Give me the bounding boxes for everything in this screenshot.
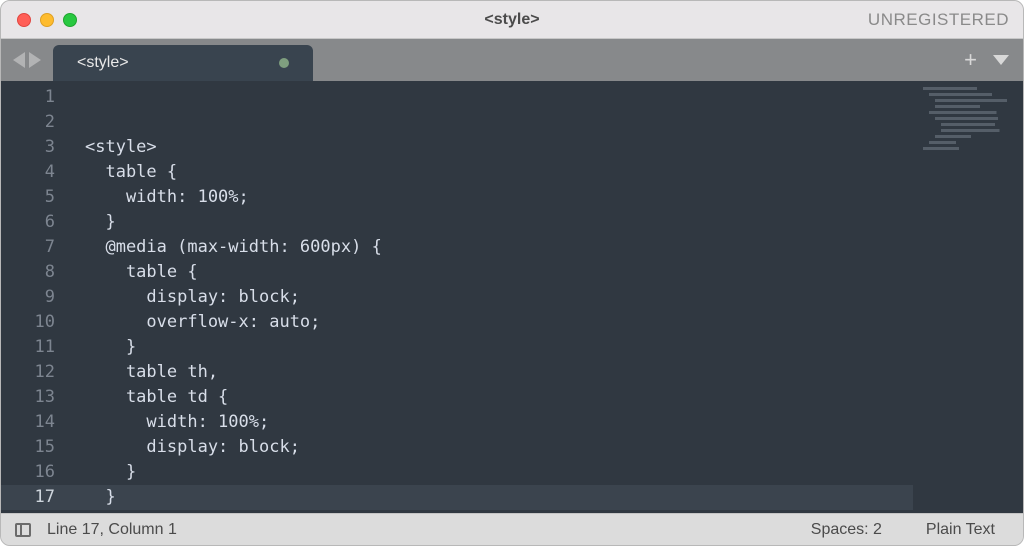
new-tab-button[interactable]: + [964,47,977,73]
editor-area: 1234567891011121314151617 <style> table … [1,81,1023,513]
line-number: 15 [1,435,73,460]
nav-forward-icon[interactable] [29,52,41,68]
window-controls [1,13,77,27]
indentation-setting[interactable]: Spaces: 2 [797,521,896,539]
line-number: 13 [1,385,73,410]
line-number: 10 [1,310,73,335]
maximize-window-button[interactable] [63,13,77,27]
minimap[interactable] [913,81,1023,513]
line-number: 3 [1,135,73,160]
line-number: 1 [1,85,73,110]
code-line: width: 100%; [73,410,913,435]
code-line: display: block; [73,435,913,460]
code-line: display: block; [73,285,913,310]
line-number: 8 [1,260,73,285]
syntax-setting[interactable]: Plain Text [912,521,1009,539]
line-number: 2 [1,110,73,135]
code-line: } [73,335,913,360]
line-number: 11 [1,335,73,360]
line-number: 7 [1,235,73,260]
code-line: </style> [73,510,913,513]
line-number: 12 [1,360,73,385]
code-line: table td { [73,385,913,410]
line-number: 17 [1,485,73,510]
code-line: @media (max-width: 600px) { [73,235,913,260]
code-line: table { [73,160,913,185]
code-editor[interactable]: <style> table { width: 100%; } @media (m… [73,81,913,513]
line-number: 5 [1,185,73,210]
unsaved-indicator-icon [279,58,289,68]
status-bar: Line 17, Column 1 Spaces: 2 Plain Text [1,513,1023,545]
minimap-preview [923,87,1013,157]
line-number-gutter: 1234567891011121314151617 [1,81,73,513]
line-number: 6 [1,210,73,235]
tab-actions: + [964,39,1009,81]
code-line: } [73,485,913,510]
unregistered-label: UNREGISTERED [868,10,1009,30]
titlebar: <style> UNREGISTERED [1,1,1023,39]
line-number: 4 [1,160,73,185]
tab-label: <style> [77,54,129,72]
code-line: <style> [73,135,913,160]
editor-window: <style> UNREGISTERED <style> + 123456789… [0,0,1024,546]
code-line: table { [73,260,913,285]
tab-dropdown-icon[interactable] [993,55,1009,65]
code-line: width: 100%; [73,185,913,210]
line-number: 14 [1,410,73,435]
file-tab[interactable]: <style> [53,45,313,81]
line-number: 9 [1,285,73,310]
nav-back-icon[interactable] [13,52,25,68]
tab-history-nav [1,39,53,81]
minimize-window-button[interactable] [40,13,54,27]
close-window-button[interactable] [17,13,31,27]
code-line: overflow-x: auto; [73,310,913,335]
cursor-position[interactable]: Line 17, Column 1 [47,521,177,539]
code-line: } [73,460,913,485]
code-line: table th, [73,360,913,385]
code-line: } [73,210,913,235]
tab-strip: <style> + [1,39,1023,81]
sidebar-toggle-icon[interactable] [15,523,31,537]
line-number: 16 [1,460,73,485]
